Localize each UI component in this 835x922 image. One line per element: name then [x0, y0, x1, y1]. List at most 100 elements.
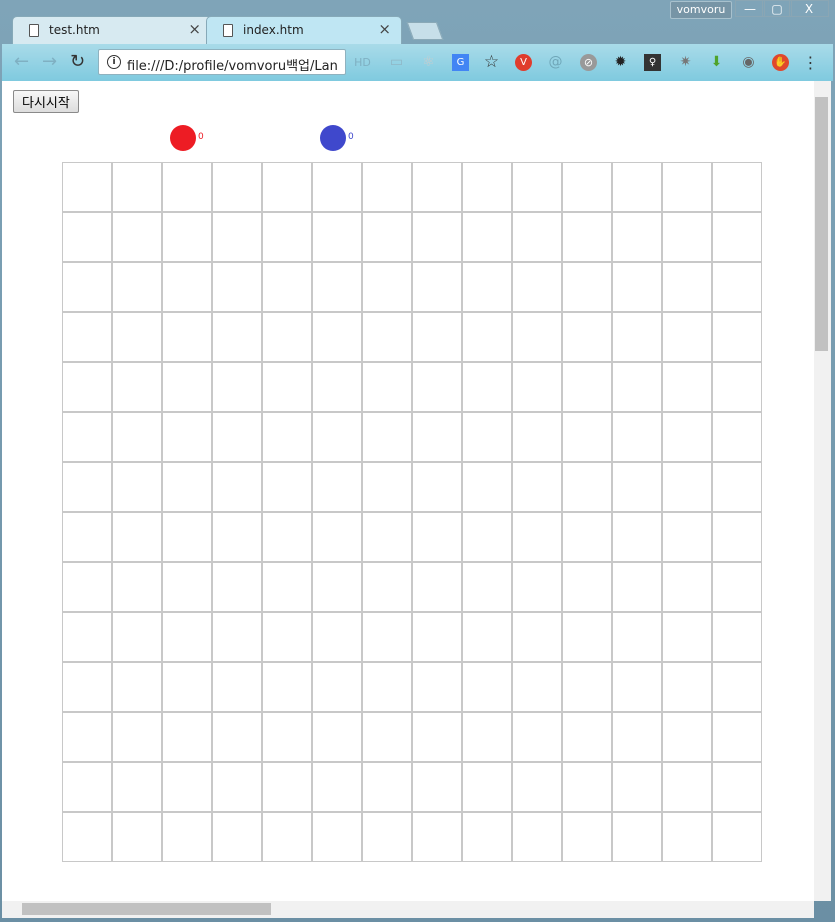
- back-icon[interactable]: ←: [14, 51, 29, 72]
- board-cell[interactable]: [312, 662, 362, 712]
- board-cell[interactable]: [712, 412, 762, 462]
- board-cell[interactable]: [662, 262, 712, 312]
- compass-icon[interactable]: ⊘: [580, 54, 597, 71]
- board-cell[interactable]: [62, 662, 112, 712]
- board-cell[interactable]: [412, 712, 462, 762]
- board-cell[interactable]: [362, 612, 412, 662]
- react-icon[interactable]: ⚛: [420, 54, 437, 71]
- board-cell[interactable]: [612, 812, 662, 862]
- board-cell[interactable]: [62, 712, 112, 762]
- board-cell[interactable]: [512, 462, 562, 512]
- board-cell[interactable]: [312, 812, 362, 862]
- board-cell[interactable]: [662, 712, 712, 762]
- board-cell[interactable]: [662, 462, 712, 512]
- board-cell[interactable]: [712, 362, 762, 412]
- board-cell[interactable]: [412, 612, 462, 662]
- star-icon[interactable]: ☆: [483, 54, 500, 71]
- board-cell[interactable]: [212, 812, 262, 862]
- board-cell[interactable]: [562, 162, 612, 212]
- board-cell[interactable]: [512, 212, 562, 262]
- board-cell[interactable]: [262, 762, 312, 812]
- board-cell[interactable]: [112, 762, 162, 812]
- board-cell[interactable]: [362, 812, 412, 862]
- board-cell[interactable]: [662, 362, 712, 412]
- board-cell[interactable]: [312, 362, 362, 412]
- board-cell[interactable]: [162, 212, 212, 262]
- menu-icon[interactable]: ⋮: [802, 54, 819, 71]
- at-icon[interactable]: @: [547, 54, 564, 71]
- maximize-button[interactable]: ▢: [762, 0, 792, 17]
- board-cell[interactable]: [562, 212, 612, 262]
- board-cell[interactable]: [262, 812, 312, 862]
- board-cell[interactable]: [362, 662, 412, 712]
- board-cell[interactable]: [512, 362, 562, 412]
- board-cell[interactable]: [712, 562, 762, 612]
- board-cell[interactable]: [262, 612, 312, 662]
- board-cell[interactable]: [562, 712, 612, 762]
- board-cell[interactable]: [212, 162, 262, 212]
- board-cell[interactable]: [212, 562, 262, 612]
- board-cell[interactable]: [62, 562, 112, 612]
- board-cell[interactable]: [162, 562, 212, 612]
- board-cell[interactable]: [162, 512, 212, 562]
- board-cell[interactable]: [112, 312, 162, 362]
- board-cell[interactable]: [362, 412, 412, 462]
- board-cell[interactable]: [262, 512, 312, 562]
- board-cell[interactable]: [712, 762, 762, 812]
- board-cell[interactable]: [512, 812, 562, 862]
- board-cell[interactable]: [562, 762, 612, 812]
- board-cell[interactable]: [512, 562, 562, 612]
- board-cell[interactable]: [62, 612, 112, 662]
- tab-test[interactable]: test.htm ×: [12, 16, 212, 44]
- board-cell[interactable]: [112, 712, 162, 762]
- board-cell[interactable]: [712, 462, 762, 512]
- board-cell[interactable]: [212, 312, 262, 362]
- board-cell[interactable]: [512, 312, 562, 362]
- close-icon[interactable]: ×: [188, 20, 201, 38]
- board-cell[interactable]: [162, 362, 212, 412]
- board-cell[interactable]: [462, 162, 512, 212]
- board-cell[interactable]: [112, 612, 162, 662]
- board-cell[interactable]: [412, 562, 462, 612]
- board-cell[interactable]: [412, 512, 462, 562]
- bulb-icon[interactable]: ♀: [644, 54, 661, 71]
- board-cell[interactable]: [62, 362, 112, 412]
- board-cell[interactable]: [112, 562, 162, 612]
- board-cell[interactable]: [362, 562, 412, 612]
- board-cell[interactable]: [412, 212, 462, 262]
- board-cell[interactable]: [362, 162, 412, 212]
- board-cell[interactable]: [562, 812, 612, 862]
- board-cell[interactable]: [462, 812, 512, 862]
- board-cell[interactable]: [62, 262, 112, 312]
- board-cell[interactable]: [362, 512, 412, 562]
- board-cell[interactable]: [462, 712, 512, 762]
- close-icon[interactable]: ×: [378, 20, 391, 38]
- board-cell[interactable]: [412, 312, 462, 362]
- board-cell[interactable]: [362, 262, 412, 312]
- board-cell[interactable]: [212, 762, 262, 812]
- board-cell[interactable]: [562, 662, 612, 712]
- board-cell[interactable]: [62, 312, 112, 362]
- board-cell[interactable]: [662, 312, 712, 362]
- board-cell[interactable]: [412, 762, 462, 812]
- page-icon[interactable]: ▭: [388, 54, 405, 71]
- board-cell[interactable]: [112, 412, 162, 462]
- board-cell[interactable]: [212, 462, 262, 512]
- board-cell[interactable]: [512, 712, 562, 762]
- board-cell[interactable]: [62, 212, 112, 262]
- board-cell[interactable]: [612, 262, 662, 312]
- board-cell[interactable]: [712, 262, 762, 312]
- board-cell[interactable]: [562, 362, 612, 412]
- board-cell[interactable]: [312, 212, 362, 262]
- board-cell[interactable]: [662, 562, 712, 612]
- board-cell[interactable]: [562, 612, 612, 662]
- board-cell[interactable]: [212, 262, 262, 312]
- board-cell[interactable]: [212, 512, 262, 562]
- board-cell[interactable]: [262, 312, 312, 362]
- board-cell[interactable]: [312, 762, 362, 812]
- board-cell[interactable]: [512, 512, 562, 562]
- board-cell[interactable]: [312, 562, 362, 612]
- board-cell[interactable]: [712, 612, 762, 662]
- board-cell[interactable]: [162, 762, 212, 812]
- board-cell[interactable]: [612, 412, 662, 462]
